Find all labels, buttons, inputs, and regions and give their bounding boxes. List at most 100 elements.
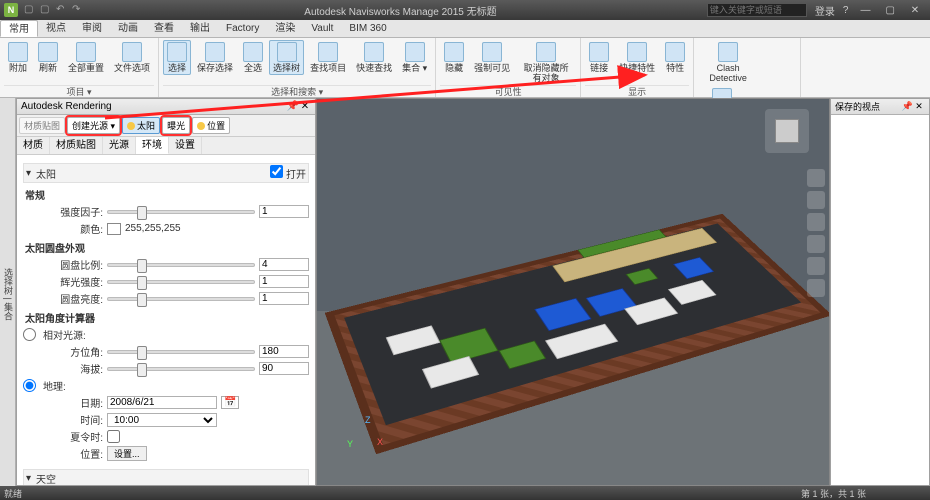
ribbon-button[interactable]: 链接 bbox=[585, 40, 613, 75]
right-panel-close-icon[interactable]: ✕ bbox=[913, 101, 925, 112]
disk-scale-value[interactable] bbox=[259, 258, 309, 271]
right-panel-titlebar[interactable]: 保存的视点 📌 ✕ bbox=[831, 99, 929, 115]
ribbon-button[interactable]: 文件选项 bbox=[110, 40, 154, 75]
sun-enable-checkbox[interactable]: 打开 bbox=[270, 165, 306, 181]
collapse-icon[interactable]: ▾ bbox=[26, 168, 36, 179]
walk-icon[interactable] bbox=[807, 279, 825, 297]
pan-icon[interactable] bbox=[807, 191, 825, 209]
date-input[interactable] bbox=[107, 396, 217, 409]
panel-toolbar-button[interactable]: 位置 bbox=[192, 117, 230, 134]
qat-open-icon[interactable]: ▢ bbox=[24, 4, 36, 16]
panel-close-icon[interactable]: ✕ bbox=[299, 101, 311, 112]
ribbon-button[interactable]: 查找项目 bbox=[306, 40, 350, 75]
ribbon-tab[interactable]: 输出 bbox=[182, 20, 218, 37]
glow-value[interactable] bbox=[259, 275, 309, 288]
azimuth-value[interactable] bbox=[259, 345, 309, 358]
ribbon-icon bbox=[243, 42, 263, 62]
ribbon-button[interactable]: 取消隐藏所有对象 bbox=[516, 40, 576, 85]
ribbon-tab[interactable]: Factory bbox=[218, 20, 267, 37]
ribbon-button[interactable]: 快捷特性 bbox=[615, 40, 659, 75]
panel-toolbar-button[interactable]: 曝光 bbox=[162, 117, 190, 134]
ribbon-icon bbox=[536, 42, 556, 62]
ribbon-button[interactable]: 集合 ▾ bbox=[398, 40, 431, 75]
ribbon-button-label: 取消隐藏所有对象 bbox=[520, 63, 572, 83]
help-search-input[interactable] bbox=[707, 3, 807, 17]
qat-save-icon[interactable]: ▢ bbox=[40, 4, 52, 16]
login-link[interactable]: 登录 bbox=[815, 3, 835, 18]
ribbon-tab[interactable]: 常用 bbox=[0, 20, 38, 37]
ribbon-tab[interactable]: 动画 bbox=[110, 20, 146, 37]
panel-toolbar-button[interactable]: 太阳 bbox=[122, 117, 160, 134]
panel-titlebar[interactable]: Autodesk Rendering 📌 ✕ bbox=[17, 99, 315, 115]
relative-light-radio[interactable] bbox=[23, 328, 36, 341]
ribbon-tab[interactable]: BIM 360 bbox=[341, 20, 394, 37]
help-icon[interactable]: ? bbox=[843, 5, 849, 16]
look-icon[interactable] bbox=[807, 257, 825, 275]
ribbon-tab[interactable]: 视点 bbox=[38, 20, 74, 37]
brightness-value[interactable] bbox=[259, 292, 309, 305]
geographic-radio[interactable] bbox=[23, 379, 36, 392]
ribbon-button[interactable]: 选择 bbox=[163, 40, 191, 75]
ribbon-icon bbox=[205, 42, 225, 62]
ribbon-tab[interactable]: 渲染 bbox=[267, 20, 303, 37]
time-select[interactable]: 10:00 bbox=[107, 413, 217, 427]
ribbon-button-label: 查找项目 bbox=[310, 63, 346, 73]
section-sun[interactable]: ▾ 太阳 打开 bbox=[23, 163, 309, 183]
ribbon-button[interactable]: 附加 bbox=[4, 40, 32, 75]
calendar-icon[interactable]: 📅 bbox=[221, 396, 239, 409]
zoom-icon[interactable] bbox=[807, 213, 825, 231]
altitude-slider[interactable] bbox=[107, 367, 255, 371]
panel-pin-icon[interactable]: 📌 bbox=[287, 101, 299, 112]
3d-viewport[interactable]: Z Y X bbox=[316, 98, 830, 486]
qat-undo-icon[interactable]: ↶ bbox=[56, 4, 68, 16]
steering-wheel-icon[interactable] bbox=[807, 169, 825, 187]
brightness-slider[interactable] bbox=[107, 297, 255, 301]
quick-access-toolbar[interactable]: ▢ ▢ ↶ ↷ bbox=[24, 4, 84, 16]
window-controls: — ▢ ✕ bbox=[854, 5, 926, 16]
panel-toolbar-button[interactable]: 创建光源 ▾ bbox=[67, 117, 120, 134]
ribbon-button[interactable]: 保存选择 bbox=[193, 40, 237, 75]
panel-tab[interactable]: 设置 bbox=[169, 137, 202, 154]
maximize-button[interactable]: ▢ bbox=[879, 5, 901, 16]
ribbon-tab[interactable]: 查看 bbox=[146, 20, 182, 37]
ribbon-button[interactable]: 全部重置 bbox=[64, 40, 108, 75]
section-sky[interactable]: ▾ 天空 bbox=[23, 469, 309, 485]
close-button[interactable]: ✕ bbox=[904, 5, 926, 16]
orbit-icon[interactable] bbox=[807, 235, 825, 253]
panel-tab[interactable]: 材质贴图 bbox=[50, 137, 103, 154]
ribbon-button[interactable]: 刷新 bbox=[34, 40, 62, 75]
altitude-value[interactable] bbox=[259, 362, 309, 375]
ribbon-button[interactable]: 特性 bbox=[661, 40, 689, 75]
ribbon-icon bbox=[122, 42, 142, 62]
ribbon-tab[interactable]: Vault bbox=[303, 20, 341, 37]
intensity-slider[interactable] bbox=[107, 210, 255, 214]
ribbon-tab[interactable]: 审阅 bbox=[74, 20, 110, 37]
glow-label: 辉光强度: bbox=[23, 274, 103, 289]
panel-tab[interactable]: 环境 bbox=[136, 137, 169, 154]
color-swatch[interactable] bbox=[107, 223, 121, 235]
ribbon-button[interactable]: 隐藏 bbox=[440, 40, 468, 75]
minimize-button[interactable]: — bbox=[854, 5, 876, 16]
ribbon-button[interactable]: 选择树 bbox=[269, 40, 304, 75]
right-panel-pin-icon[interactable]: 📌 bbox=[902, 101, 913, 112]
azimuth-slider[interactable] bbox=[107, 350, 255, 354]
ribbon-button[interactable]: 强制可见 bbox=[470, 40, 514, 75]
ribbon-button[interactable]: 全选 bbox=[239, 40, 267, 75]
dst-checkbox[interactable] bbox=[107, 430, 120, 443]
panel-tab[interactable]: 光源 bbox=[103, 137, 136, 154]
location-set-button[interactable]: 设置... bbox=[107, 446, 147, 461]
ribbon-group: Clash DetectiveTimeLinerQuantificationAu… bbox=[694, 38, 801, 97]
saved-viewpoints-list[interactable] bbox=[831, 115, 929, 485]
ribbon-button[interactable]: 快速查找 bbox=[352, 40, 396, 75]
qat-redo-icon[interactable]: ↷ bbox=[72, 4, 84, 16]
view-cube[interactable] bbox=[765, 109, 809, 153]
color-value: 255,255,255 bbox=[125, 223, 181, 234]
collapsed-left-dock[interactable]: 选择树 | 集合 bbox=[0, 98, 16, 486]
ribbon-button[interactable]: Clash Detective bbox=[698, 40, 758, 85]
intensity-value[interactable] bbox=[259, 205, 309, 218]
glow-slider[interactable] bbox=[107, 280, 255, 284]
ribbon-group: 链接快捷特性特性显示 bbox=[581, 38, 694, 97]
collapse-icon[interactable]: ▾ bbox=[26, 473, 36, 484]
disk-scale-slider[interactable] bbox=[107, 263, 255, 267]
panel-tab[interactable]: 材质 bbox=[17, 137, 50, 154]
